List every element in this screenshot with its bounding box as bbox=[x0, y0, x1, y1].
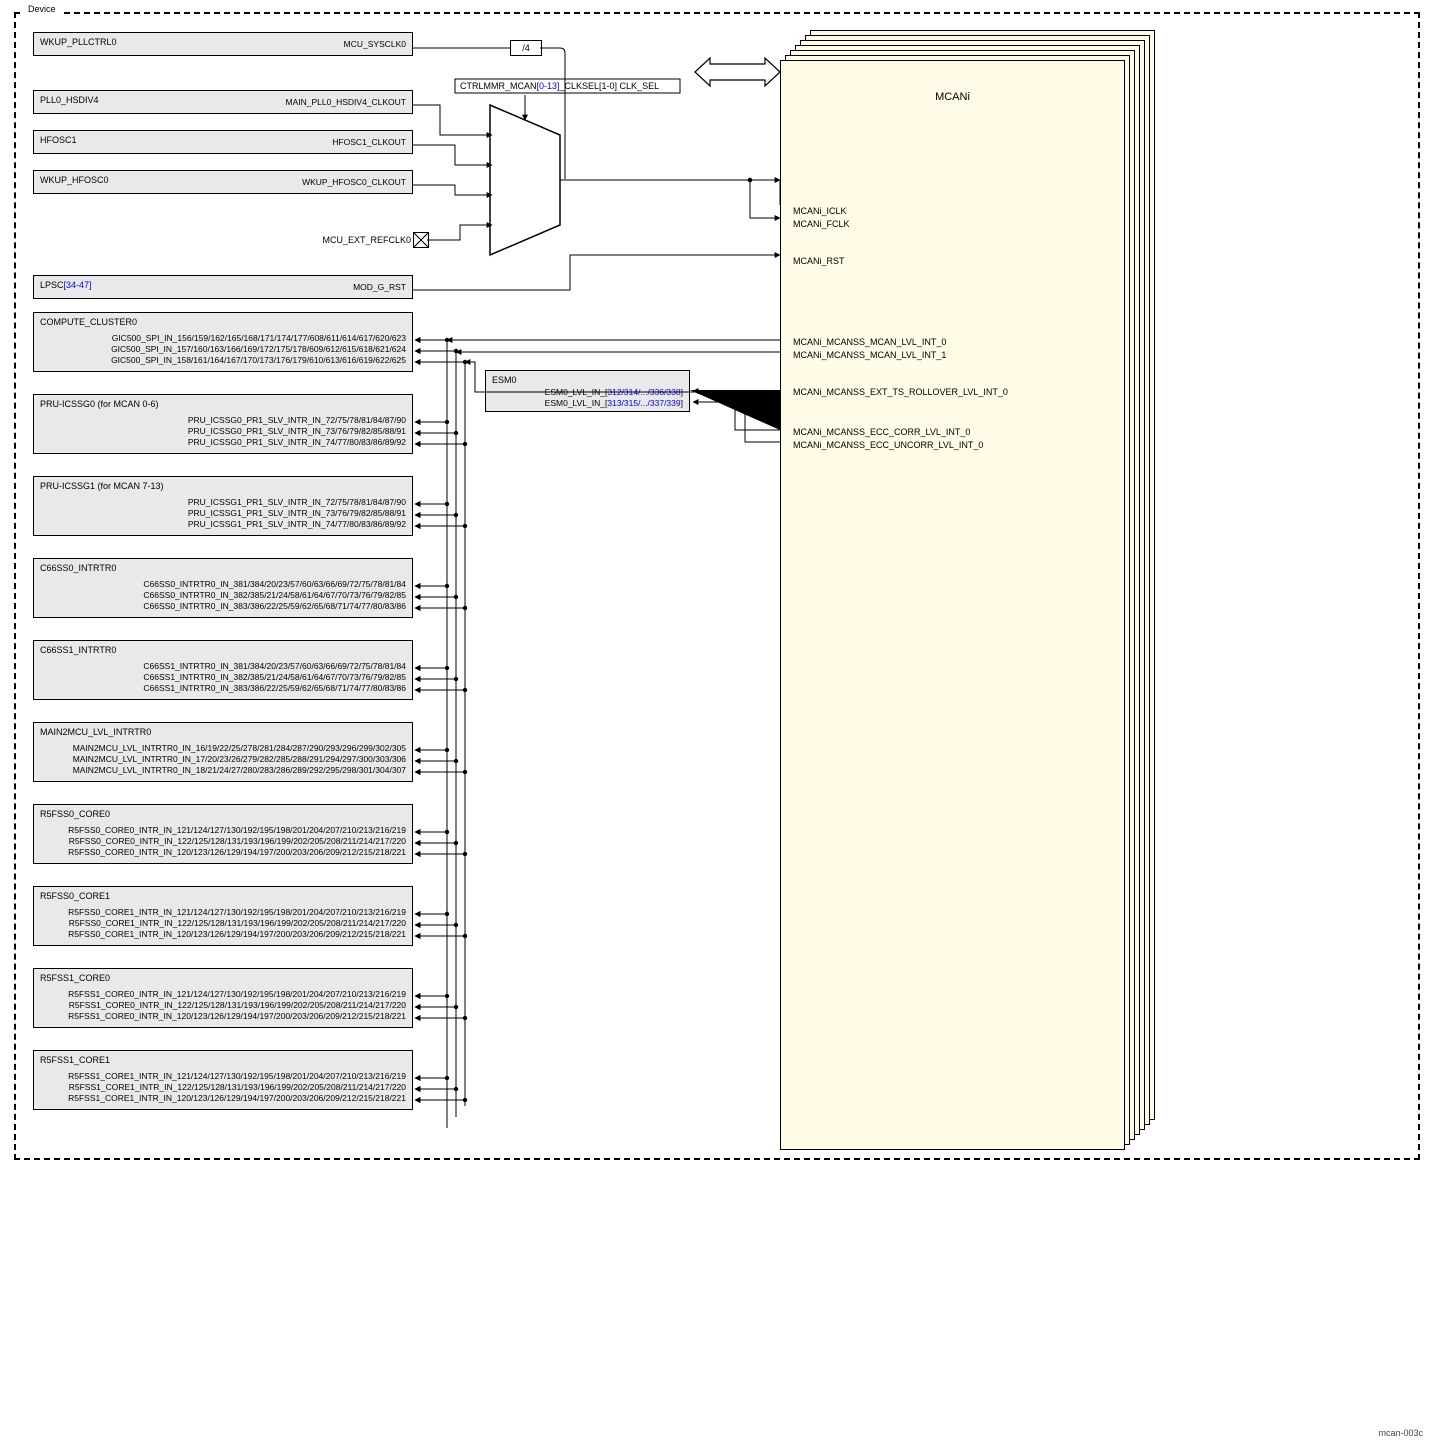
esm-line-2: ESM0_LVL_IN_[313/315/.../337/339] bbox=[545, 398, 683, 408]
block-output: HFOSC1_CLKOUT bbox=[332, 137, 406, 147]
mcu-ext-refclk-label: MCU_EXT_REFCLK0 bbox=[316, 235, 411, 245]
int-block-c66ss1-intrtr0: C66SS1_INTRTR0 C66SS1_INTRTR0_IN_381/384/… bbox=[33, 640, 413, 700]
int-block-r5fss1-core1: R5FSS1_CORE1 R5FSS1_CORE1_INTR_IN_121/124… bbox=[33, 1050, 413, 1110]
int-block-pru-icssg0-for-mcan-0-6-: PRU-ICSSG0 (for MCAN 0-6) PRU_ICSSG0_PR1_… bbox=[33, 394, 413, 454]
block-line-1: GIC500_SPI_IN_156/159/162/165/168/171/17… bbox=[112, 333, 406, 343]
footer-id: mcan-003c bbox=[1378, 1428, 1423, 1438]
int-block-main2mcu-lvl-intrtr0: MAIN2MCU_LVL_INTRTR0 MAIN2MCU_LVL_INTRTR0… bbox=[33, 722, 413, 782]
mcan-eccu-label: MCANi_MCANSS_ECC_UNCORR_LVL_INT_0 bbox=[793, 440, 983, 450]
block-line-3: R5FSS0_CORE1_INTR_IN_120/123/126/129/194… bbox=[68, 929, 406, 939]
esm0-block: ESM0 ESM0_LVL_IN_[312/314/.../336/338] E… bbox=[485, 370, 690, 412]
block-line-2: R5FSS1_CORE1_INTR_IN_122/125/128/131/193… bbox=[69, 1082, 406, 1092]
block-output: MOD_G_RST bbox=[353, 282, 406, 292]
mcan-lvl1-label: MCANi_MCANSS_MCAN_LVL_INT_1 bbox=[793, 350, 946, 360]
ctrlmmr-label: CTRLMMR_MCAN[0-13]_CLKSEL[1-0] CLK_SEL bbox=[460, 81, 659, 91]
block-title: R5FSS0_CORE0 bbox=[40, 809, 110, 819]
lpsc-block: LPSC[34-47] MOD_G_RST bbox=[33, 275, 413, 299]
block-line-2: C66SS0_INTRTR0_IN_382/385/21/24/58/61/64… bbox=[143, 590, 406, 600]
block-line-3: PRU_ICSSG0_PR1_SLV_INTR_IN_74/77/80/83/8… bbox=[188, 437, 406, 447]
block-line-1: R5FSS1_CORE1_INTR_IN_121/124/127/130/192… bbox=[68, 1071, 406, 1081]
mcan-rst-label: MCANi_RST bbox=[793, 256, 845, 266]
block-line-1: PRU_ICSSG1_PR1_SLV_INTR_IN_72/75/78/81/8… bbox=[188, 497, 406, 507]
wkup-hfosc0-block: WKUP_HFOSC0 WKUP_HFOSC0_CLKOUT bbox=[33, 170, 413, 194]
block-line-2: R5FSS0_CORE1_INTR_IN_122/125/128/131/193… bbox=[69, 918, 406, 928]
block-line-2: PRU_ICSSG0_PR1_SLV_INTR_IN_73/76/79/82/8… bbox=[188, 426, 406, 436]
block-output: WKUP_HFOSC0_CLKOUT bbox=[302, 177, 406, 187]
int-block-r5fss0-core1: R5FSS0_CORE1 R5FSS0_CORE1_INTR_IN_121/124… bbox=[33, 886, 413, 946]
block-line-3: R5FSS0_CORE0_INTR_IN_120/123/126/129/194… bbox=[68, 847, 406, 857]
block-line-2: MAIN2MCU_LVL_INTRTR0_IN_17/20/23/26/279/… bbox=[73, 754, 406, 764]
block-title: WKUP_HFOSC0 bbox=[40, 175, 109, 185]
block-title: PRU-ICSSG1 (for MCAN 7-13) bbox=[40, 481, 164, 491]
mcan-iclk-label: MCANi_ICLK bbox=[793, 206, 847, 216]
divider-4: /4 bbox=[510, 40, 542, 56]
int-block-r5fss1-core0: R5FSS1_CORE0 R5FSS1_CORE0_INTR_IN_121/124… bbox=[33, 968, 413, 1028]
block-title: COMPUTE_CLUSTER0 bbox=[40, 317, 137, 327]
block-line-1: C66SS0_INTRTR0_IN_381/384/20/23/57/60/63… bbox=[143, 579, 406, 589]
int-block-r5fss0-core0: R5FSS0_CORE0 R5FSS0_CORE0_INTR_IN_121/124… bbox=[33, 804, 413, 864]
block-line-3: C66SS1_INTRTR0_IN_383/386/22/25/59/62/65… bbox=[143, 683, 406, 693]
block-title: C66SS0_INTRTR0 bbox=[40, 563, 116, 573]
int-block-compute-cluster0: COMPUTE_CLUSTER0 GIC500_SPI_IN_156/159/16… bbox=[33, 312, 413, 372]
block-line-2: R5FSS1_CORE0_INTR_IN_122/125/128/131/193… bbox=[69, 1000, 406, 1010]
block-title: PRU-ICSSG0 (for MCAN 0-6) bbox=[40, 399, 159, 409]
device-label: Device bbox=[24, 4, 60, 14]
diagram-canvas: Device WKUP_PLLCTRL0 MCU_SYSCLK0 PLL0_HS… bbox=[0, 0, 1443, 1448]
block-output: MCU_SYSCLK0 bbox=[344, 39, 406, 49]
block-title: MAIN2MCU_LVL_INTRTR0 bbox=[40, 727, 151, 737]
mcu-ext-refclk-pad bbox=[413, 232, 429, 248]
block-title: PLL0_HSDIV4 bbox=[40, 95, 99, 105]
mcan-title: MCANi bbox=[935, 91, 970, 103]
block-line-1: PRU_ICSSG0_PR1_SLV_INTR_IN_72/75/78/81/8… bbox=[188, 415, 406, 425]
block-line-2: R5FSS0_CORE0_INTR_IN_122/125/128/131/193… bbox=[69, 836, 406, 846]
hfosc1-block: HFOSC1 HFOSC1_CLKOUT bbox=[33, 130, 413, 154]
block-line-2: C66SS1_INTRTR0_IN_382/385/21/24/58/61/64… bbox=[143, 672, 406, 682]
block-line-1: R5FSS0_CORE0_INTR_IN_121/124/127/130/192… bbox=[68, 825, 406, 835]
block-line-3: PRU_ICSSG1_PR1_SLV_INTR_IN_74/77/80/83/8… bbox=[188, 519, 406, 529]
mcan-front-sheet: MCANi MCANi_ICLK MCANi_FCLK MCANi_RST MC… bbox=[780, 60, 1125, 1150]
block-title: HFOSC1 bbox=[40, 135, 77, 145]
block-line-3: C66SS0_INTRTR0_IN_383/386/22/25/59/62/65… bbox=[143, 601, 406, 611]
mcan-lvl0-label: MCANi_MCANSS_MCAN_LVL_INT_0 bbox=[793, 337, 946, 347]
block-title: LPSC[34-47] bbox=[40, 280, 92, 290]
int-block-pru-icssg1-for-mcan-7-13-: PRU-ICSSG1 (for MCAN 7-13) PRU_ICSSG1_PR1… bbox=[33, 476, 413, 536]
pll0-hsdiv4-block: PLL0_HSDIV4 MAIN_PLL0_HSDIV4_CLKOUT bbox=[33, 90, 413, 114]
int-block-c66ss0-intrtr0: C66SS0_INTRTR0 C66SS0_INTRTR0_IN_381/384/… bbox=[33, 558, 413, 618]
block-line-3: MAIN2MCU_LVL_INTRTR0_IN_18/21/24/27/280/… bbox=[73, 765, 406, 775]
block-line-3: GIC500_SPI_IN_158/161/164/167/170/173/17… bbox=[111, 355, 406, 365]
block-output: MAIN_PLL0_HSDIV4_CLKOUT bbox=[286, 97, 406, 107]
mcan-eccc-label: MCANi_MCANSS_ECC_CORR_LVL_INT_0 bbox=[793, 427, 970, 437]
block-title: WKUP_PLLCTRL0 bbox=[40, 37, 117, 47]
block-line-2: GIC500_SPI_IN_157/160/163/166/169/172/17… bbox=[111, 344, 406, 354]
block-line-1: MAIN2MCU_LVL_INTRTR0_IN_16/19/22/25/278/… bbox=[73, 743, 406, 753]
block-title: R5FSS0_CORE1 bbox=[40, 891, 110, 901]
wkup-pllctrl0-block: WKUP_PLLCTRL0 MCU_SYSCLK0 bbox=[33, 32, 413, 56]
block-line-1: R5FSS1_CORE0_INTR_IN_121/124/127/130/192… bbox=[68, 989, 406, 999]
mcan-ts-label: MCANi_MCANSS_EXT_TS_ROLLOVER_LVL_INT_0 bbox=[793, 387, 1008, 397]
mcan-stack: MCANi MCANi_ICLK MCANi_FCLK MCANi_RST MC… bbox=[780, 30, 1160, 1133]
block-title: C66SS1_INTRTR0 bbox=[40, 645, 116, 655]
block-title: ESM0 bbox=[492, 375, 517, 385]
block-line-3: R5FSS1_CORE1_INTR_IN_120/123/126/129/194… bbox=[68, 1093, 406, 1103]
block-title: R5FSS1_CORE1 bbox=[40, 1055, 110, 1065]
esm-line-1: ESM0_LVL_IN_[312/314/.../336/338] bbox=[545, 387, 683, 397]
block-line-1: C66SS1_INTRTR0_IN_381/384/20/23/57/60/63… bbox=[143, 661, 406, 671]
block-line-1: R5FSS0_CORE1_INTR_IN_121/124/127/130/192… bbox=[68, 907, 406, 917]
mcan-fclk-label: MCANi_FCLK bbox=[793, 219, 850, 229]
block-line-3: R5FSS1_CORE0_INTR_IN_120/123/126/129/194… bbox=[68, 1011, 406, 1021]
block-title: R5FSS1_CORE0 bbox=[40, 973, 110, 983]
cbass-label: CBASS0 bbox=[718, 67, 754, 77]
block-line-2: PRU_ICSSG1_PR1_SLV_INTR_IN_73/76/79/82/8… bbox=[188, 508, 406, 518]
